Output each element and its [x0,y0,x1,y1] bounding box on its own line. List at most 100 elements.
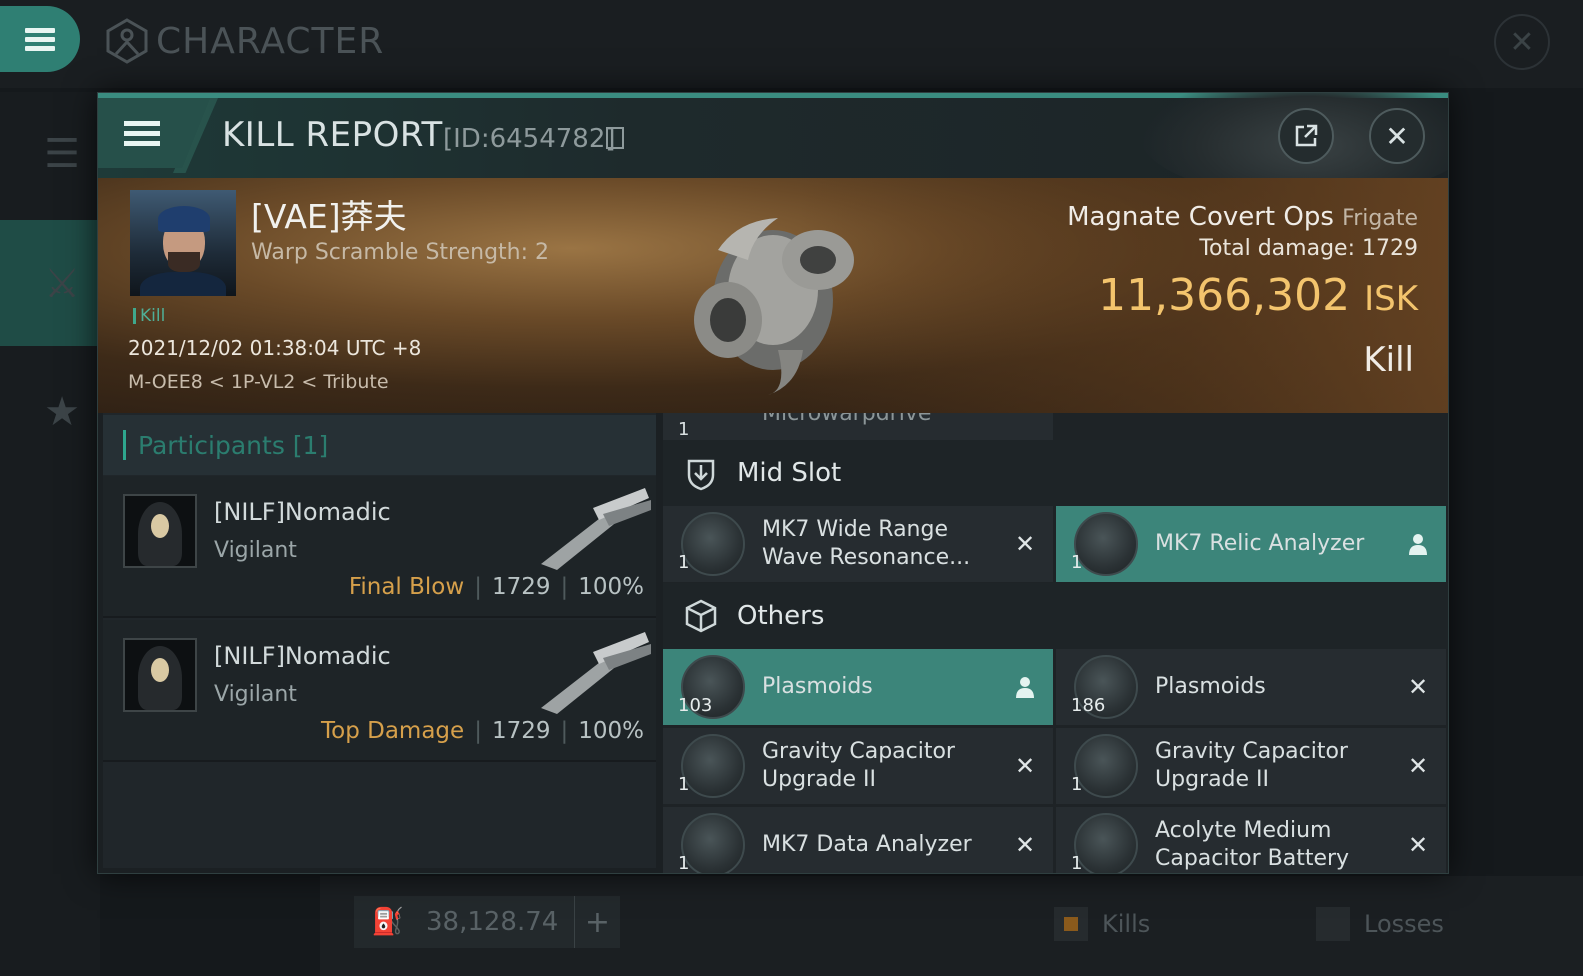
item-row[interactable]: 1 Acolyte Medium Capacitor Battery ✕ [1056,807,1446,874]
victim-subtitle: Warp Scramble Strength: 2 [251,240,550,265]
side-nav-favorites[interactable]: ★ [24,374,100,450]
x-icon: ✕ [1014,530,1036,558]
tab-kills[interactable]: Kills [1054,906,1150,942]
wallet-icon: ⛽ [371,907,405,937]
participants-title: Participants [1] [138,430,329,460]
x-icon: ✕ [1407,752,1429,780]
kill-type-tag: Kill [133,306,165,326]
item-name: Plasmoids [1155,674,1266,699]
close-icon: ✕ [1385,119,1409,153]
x-icon: ✕ [1014,752,1036,780]
main-menu-button[interactable] [0,6,80,72]
item-row[interactable]: 1 Gravity Capacitor Upgrade II ✕ [1056,728,1446,804]
item-quantity: 1 [678,552,690,573]
participant-ship: Vigilant [214,538,297,563]
item-icon [1074,512,1138,576]
participant-name: [NILF]Nomadic [214,642,391,670]
participant-row[interactable]: [NILF]Nomadic Vigilant Final Blow | 1729… [103,476,656,618]
item-name: Acolyte Medium Capacitor Battery [1155,818,1350,871]
side-nav-list[interactable]: ☰ [24,116,100,192]
item-quantity: 103 [678,695,713,716]
external-link-icon [1295,124,1318,147]
kill-datetime: 2021/12/02 01:38:04 UTC +8 [128,336,422,360]
victim-name[interactable]: [VAE]莽夫 [251,190,407,238]
participant-row[interactable]: [NILF]Nomadic Vigilant Top Damage | 1729… [103,620,656,762]
items-panel: Microwarpdrive 1 Mid Slot 1 MK7 Wide Ran… [663,413,1448,874]
item-name: MK7 Relic Analyzer [1155,531,1365,556]
report-id: [ID:6454782] [443,124,616,154]
x-icon: ✕ [1407,831,1429,859]
ship-name[interactable]: Magnate Covert Ops Frigate [1067,202,1418,232]
participant-percent: 100% [578,718,644,744]
share-button[interactable] [1278,108,1334,164]
item-quantity: 1 [1071,774,1083,795]
participants-header: Participants [1] [103,415,656,475]
ship-class: Frigate [1342,206,1418,231]
losses-checkbox[interactable] [1316,907,1350,941]
isk-amount: 11,366,302 [1098,270,1351,321]
item-name: Gravity Capacitor Upgrade II [1155,739,1348,792]
app-close-button[interactable]: ✕ [1494,14,1550,70]
item-quantity: 1 [678,419,690,440]
kill-location[interactable]: M-OEE8 < 1P-VL2 < Tribute [128,371,389,393]
dialog-close-button[interactable]: ✕ [1369,108,1425,164]
item-row-partial[interactable]: Microwarpdrive 1 [663,413,1053,440]
app-title: CHARACTER [156,20,385,62]
participant-tag: Top Damage [321,718,465,744]
person-icon [1409,534,1427,555]
item-row[interactable]: 1 Gravity Capacitor Upgrade II ✕ [663,728,1053,804]
item-name: MK7 Data Analyzer [762,832,972,857]
participant-tag: Final Blow [348,574,465,600]
item-row[interactable]: 186 Plasmoids ✕ [1056,649,1446,725]
kills-checkbox[interactable] [1054,907,1088,941]
kill-report-dialog: KILL REPORT [ID:6454782] ✕ [VAE]莽夫 Warp … [97,92,1449,874]
participant-percent: 100% [578,574,644,600]
person-icon [1016,677,1034,698]
wallet-add-button[interactable]: + [574,896,620,948]
app-root: CHARACTER ✕ ☰ ⚔ ★ ⛽ 38,128.74 + Kills Lo… [0,0,1583,976]
participant-avatar[interactable] [123,494,197,568]
participant-stats: Top Damage | 1729 | 100% [321,718,644,744]
item-icon [1074,813,1138,873]
item-name: Microwarpdrive [762,413,932,426]
item-row-selected[interactable]: 1 MK7 Relic Analyzer [1056,506,1446,582]
weapon-icon [541,488,651,570]
ship-render[interactable] [658,190,888,400]
side-nav-combat[interactable]: ⚔ [24,246,100,322]
participant-name: [NILF]Nomadic [214,498,391,526]
crossed-swords-icon: ⚔ [44,261,80,307]
list-icon: ☰ [44,131,80,177]
item-row[interactable]: 1 MK7 Data Analyzer ✕ [663,807,1053,873]
tab-losses[interactable]: Losses [1316,906,1444,942]
character-emblem-icon [106,18,148,64]
participant-avatar[interactable] [123,638,197,712]
others-header: Others [663,583,1448,649]
others-title: Others [737,601,825,631]
item-icon [681,813,745,873]
tab-losses-label: Losses [1364,910,1444,938]
item-row[interactable]: 1 MK7 Wide Range Wave Resonance... ✕ [663,506,1053,582]
app-title-wrap: CHARACTER [104,14,384,68]
ship-type: Magnate Covert Ops [1067,202,1334,232]
item-quantity: 1 [678,774,690,795]
copy-icon[interactable] [606,127,624,149]
hamburger-icon [124,116,160,151]
participant-stats: Final Blow | 1729 | 100% [348,574,644,600]
item-quantity: 1 [1071,853,1083,874]
item-name: MK7 Wide Range Wave Resonance... [762,517,971,570]
participants-panel: Participants [1] [NILF]Nomadic Vigilant … [103,413,656,868]
close-icon: ✕ [1509,24,1535,60]
mid-slot-icon [687,459,715,491]
participant-damage: 1729 [491,574,551,600]
item-row-selected[interactable]: 103 Plasmoids [663,649,1053,725]
victim-portrait[interactable] [130,190,236,296]
total-damage-value: 1729 [1362,236,1418,261]
kill-type-label: Kill [140,306,166,326]
item-name: Gravity Capacitor Upgrade II [762,739,955,792]
result-label: Kill [1363,340,1414,380]
total-damage: Total damage: 1729 [1199,236,1418,261]
item-icon [681,512,745,576]
x-icon: ✕ [1014,831,1036,859]
dialog-title: KILL REPORT [222,115,443,155]
mid-slot-title: Mid Slot [737,458,842,488]
